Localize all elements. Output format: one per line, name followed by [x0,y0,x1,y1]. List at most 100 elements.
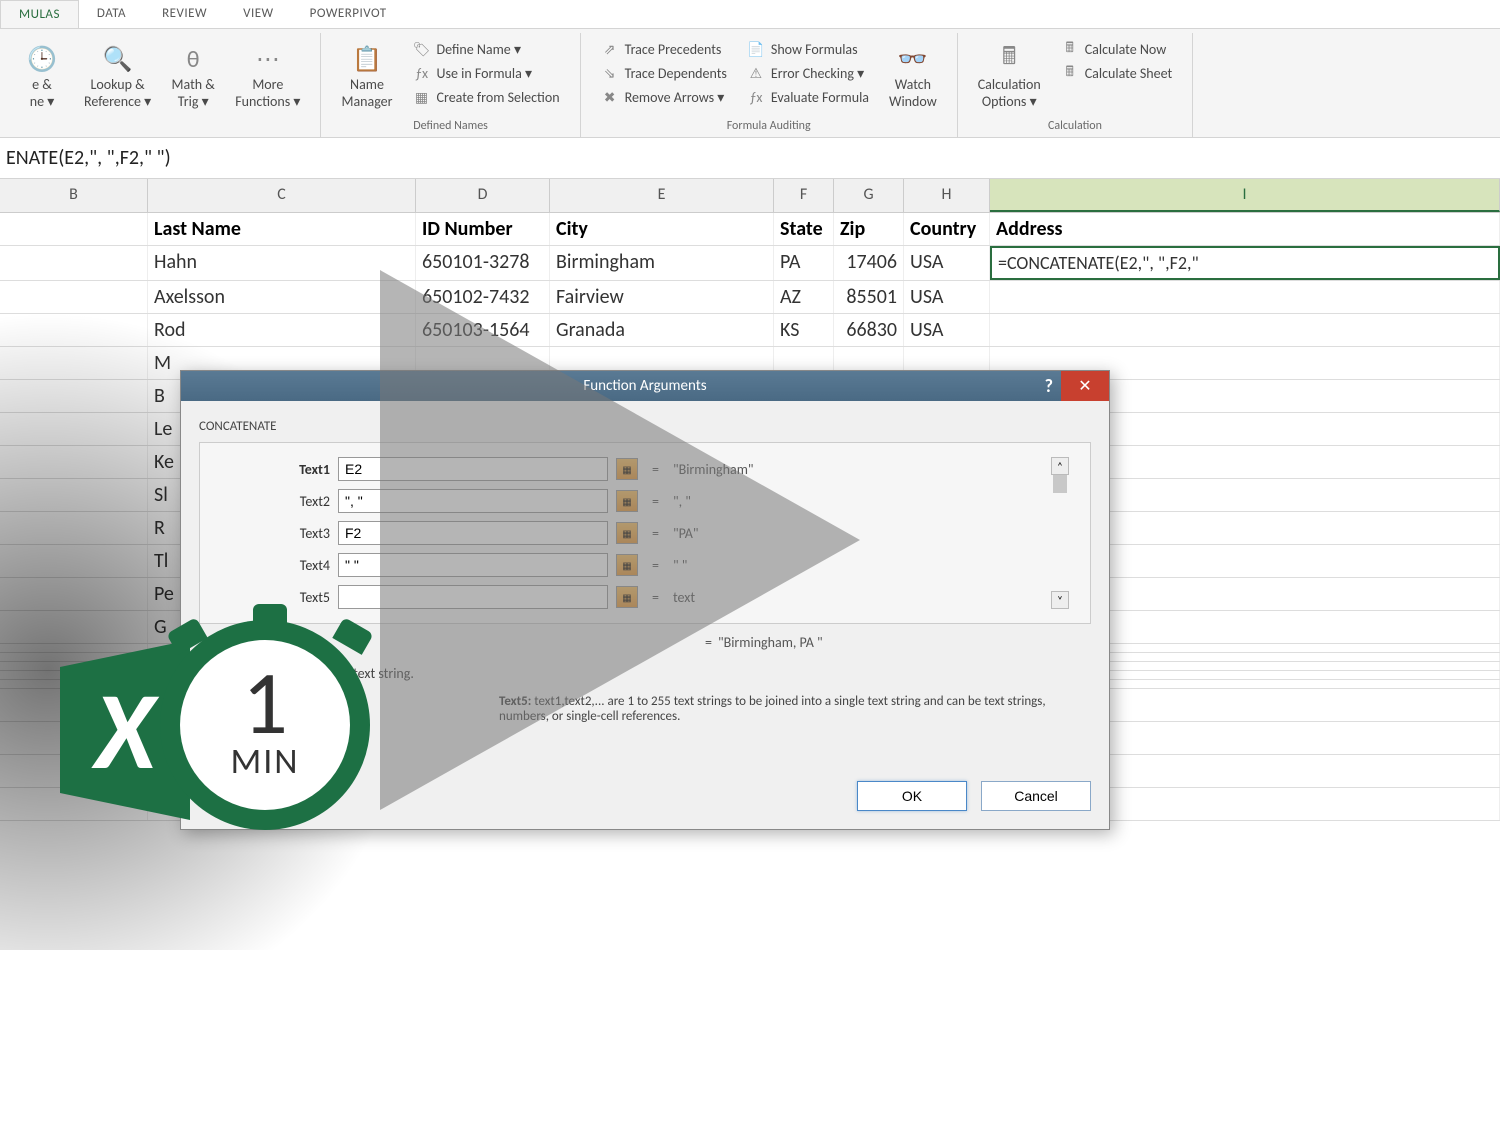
cell[interactable] [0,380,148,412]
arg-label: Text4 [220,557,330,574]
watch-window-button[interactable]: 👓 WatchWindow [881,37,945,115]
header-city[interactable]: City [550,213,774,245]
range-picker-icon[interactable]: ▦ [616,522,638,544]
range-picker-icon[interactable]: ▦ [616,490,638,512]
header-id[interactable]: ID Number [416,213,550,245]
tab-formulas[interactable]: MULAS [0,0,79,28]
remove-arrows-button[interactable]: ✖Remove Arrows ▾ [593,85,735,109]
cell[interactable]: 650101-3278 [416,246,550,280]
create-from-selection-button[interactable]: ▦Create from Selection [405,85,568,109]
cell[interactable]: 17406 [834,246,904,280]
arg-input[interactable] [338,457,608,481]
range-picker-icon[interactable]: ▦ [616,458,638,480]
col-E[interactable]: E [550,179,774,212]
cell[interactable]: Rod [148,314,416,346]
dialog-close-button[interactable]: ✕ [1061,371,1109,401]
cell[interactable]: Hahn [148,246,416,280]
calculate-now-button[interactable]: 🖩Calculate Now [1053,37,1180,61]
cell[interactable] [0,246,148,280]
cell[interactable] [0,512,148,544]
arg-label: Text1 [220,461,330,478]
cell[interactable]: KS [774,314,834,346]
cell[interactable] [0,413,148,445]
header-state[interactable]: State [774,213,834,245]
trace-precedents-button[interactable]: ⇗Trace Precedents [593,37,735,61]
scroll-down-button[interactable]: ˅ [1051,591,1069,609]
date-time-button[interactable]: 🕒 e &ne ▾ [12,37,72,115]
cell[interactable] [0,479,148,511]
arg-input[interactable] [338,585,608,609]
cell[interactable] [0,281,148,313]
tab-view[interactable]: VIEW [225,0,292,28]
cell[interactable]: Axelsson [148,281,416,313]
cell[interactable] [0,314,148,346]
col-C[interactable]: C [148,179,416,212]
dialog-titlebar[interactable]: Function Arguments ? ✕ [181,371,1109,401]
column-headers: B C D E F G H I [0,179,1500,213]
col-B[interactable]: B [0,179,148,212]
args-scrollbar[interactable]: ˄ ˅ [1050,457,1070,609]
scroll-thumb[interactable] [1053,475,1067,493]
arg-input[interactable] [338,489,608,513]
col-F[interactable]: F [774,179,834,212]
calculation-options-button[interactable]: 🖩 CalculationOptions ▾ [970,37,1049,115]
use-in-formula-button[interactable]: ƒxUse in Formula ▾ [405,61,568,85]
header-lastname[interactable]: Last Name [148,213,416,245]
evaluate-formula-button[interactable]: ƒxEvaluate Formula [739,85,877,109]
dots-icon: ⋯ [250,41,286,77]
col-H[interactable]: H [904,179,990,212]
header-address[interactable]: Address [990,213,1500,245]
header-country[interactable]: Country [904,213,990,245]
cell[interactable] [0,578,148,610]
result-text: "Birmingham, PA " [718,634,823,651]
cell[interactable] [990,314,1500,346]
cell[interactable]: AZ [774,281,834,313]
cell[interactable]: USA [904,246,990,280]
col-G[interactable]: G [834,179,904,212]
ok-button[interactable]: OK [857,781,967,811]
math-trig-button[interactable]: θ Math &Trig ▾ [163,37,223,115]
more-functions-button[interactable]: ⋯ MoreFunctions ▾ [227,37,308,115]
lookup-reference-button[interactable]: 🔍 Lookup &Reference ▾ [76,37,159,115]
show-formulas-button[interactable]: 📄Show Formulas [739,37,877,61]
tab-powerpivot[interactable]: POWERPIVOT [292,0,405,28]
arg-input[interactable] [338,521,608,545]
cell[interactable]: USA [904,314,990,346]
excel-1min-badge: X 1 MIN [60,620,380,840]
cell[interactable]: 650103-1564 [416,314,550,346]
arg-result: "PA" [673,525,699,542]
arg-input[interactable] [338,553,608,577]
header-zip[interactable]: Zip [834,213,904,245]
cell[interactable]: PA [774,246,834,280]
cell[interactable]: =CONCATENATE(E2,", ",F2," [990,246,1500,280]
cell[interactable]: USA [904,281,990,313]
formula-bar[interactable]: ENATE(E2,", ",F2," ") [0,138,1500,179]
cell[interactable]: 66830 [834,314,904,346]
cell[interactable] [990,281,1500,313]
calculate-sheet-button[interactable]: 🖩Calculate Sheet [1053,61,1180,85]
cell[interactable] [0,446,148,478]
cell[interactable]: Fairview [550,281,774,313]
cell[interactable]: Granada [550,314,774,346]
cell[interactable]: 85501 [834,281,904,313]
arg-result: text [673,589,695,606]
range-picker-icon[interactable]: ▦ [616,586,638,608]
group-calculation: 🖩 CalculationOptions ▾ 🖩Calculate Now 🖩C… [958,33,1193,137]
cell[interactable] [0,545,148,577]
col-D[interactable]: D [416,179,550,212]
define-name-button[interactable]: 🏷Define Name ▾ [405,37,568,61]
name-manager-icon: 📋 [349,41,385,77]
cell[interactable]: 650102-7432 [416,281,550,313]
cell[interactable]: Birmingham [550,246,774,280]
tab-review[interactable]: REVIEW [144,0,225,28]
range-picker-icon[interactable]: ▦ [616,554,638,576]
trace-dependents-button[interactable]: ⇘Trace Dependents [593,61,735,85]
dialog-help-button[interactable]: ? [1045,375,1053,397]
name-manager-button[interactable]: 📋 NameManager [333,37,400,115]
cell[interactable] [0,347,148,379]
tab-data[interactable]: DATA [79,0,144,28]
scroll-up-button[interactable]: ˄ [1051,457,1069,475]
cancel-button[interactable]: Cancel [981,781,1091,811]
error-checking-button[interactable]: ⚠Error Checking ▾ [739,61,877,85]
col-I[interactable]: I [990,179,1500,212]
